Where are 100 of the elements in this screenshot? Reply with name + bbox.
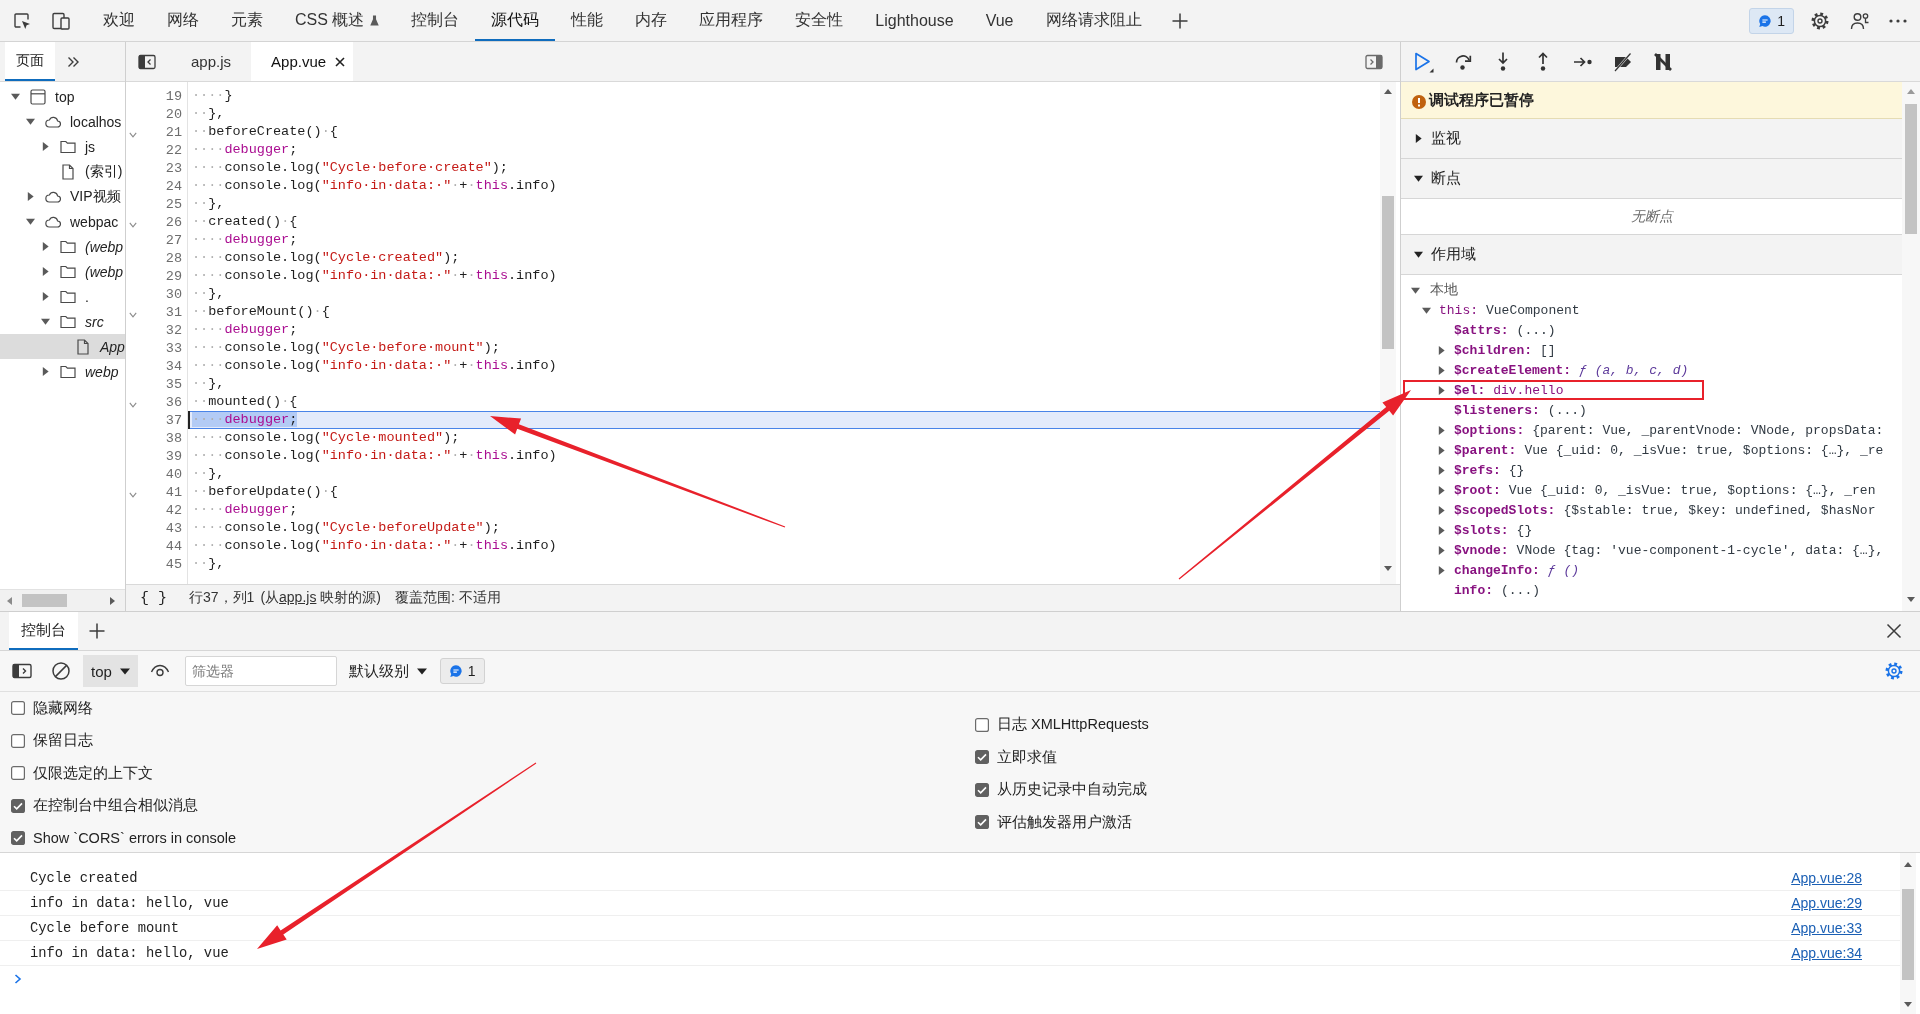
triangle-right-icon[interactable]	[1436, 465, 1446, 475]
triangle-right-icon[interactable]	[40, 367, 50, 376]
triangle-right-icon[interactable]	[1436, 485, 1446, 495]
tree-item[interactable]: src	[0, 309, 125, 334]
drawer-tab[interactable]: 控制台	[9, 612, 78, 650]
source-link[interactable]: App.vue:28	[1791, 870, 1862, 886]
triangle-right-icon[interactable]	[1436, 425, 1446, 435]
section-header[interactable]: 作用域	[1401, 235, 1902, 275]
scrollbar[interactable]	[1380, 82, 1396, 584]
file-tab[interactable]: App.vue	[251, 42, 354, 81]
scrollbar[interactable]	[0, 589, 125, 611]
triangle-right-icon[interactable]	[25, 192, 35, 201]
scrollbar[interactable]	[1902, 82, 1920, 611]
triangle-down-icon[interactable]	[25, 117, 35, 126]
scrollbar-thumb[interactable]	[1905, 104, 1917, 234]
tree-item[interactable]: .	[0, 284, 125, 309]
source-link[interactable]: App.vue:29	[1791, 895, 1862, 911]
panel-tab[interactable]: 欢迎	[87, 0, 151, 41]
panel-tab[interactable]: 性能	[555, 0, 620, 41]
triangle-right-icon[interactable]	[1436, 445, 1446, 455]
checkbox[interactable]	[11, 733, 25, 748]
triangle-right-icon[interactable]	[1414, 134, 1423, 143]
tree-item[interactable]: top	[0, 84, 125, 109]
slashed-tag-icon[interactable]	[1612, 50, 1634, 73]
panel-tab[interactable]: 控制台	[395, 0, 476, 41]
pretty-print-button[interactable]: { }	[138, 589, 169, 607]
triangle-right-icon[interactable]	[40, 267, 50, 276]
close-icon[interactable]	[1886, 623, 1902, 639]
close-icon[interactable]	[335, 56, 346, 67]
triangle-right-icon[interactable]	[1436, 385, 1446, 395]
scrollbar-thumb[interactable]	[22, 594, 67, 607]
source-link[interactable]: app.js	[279, 589, 317, 605]
source-link[interactable]: App.vue:34	[1791, 945, 1862, 961]
triangle-right-icon[interactable]	[1436, 565, 1446, 575]
tree-item[interactable]: webp	[0, 359, 125, 384]
panel-tab[interactable]: Vue	[969, 0, 1030, 41]
checkbox[interactable]	[11, 701, 25, 716]
double-chevron-icon[interactable]	[67, 55, 79, 68]
chevron-down-icon[interactable]	[129, 312, 137, 318]
slashed-pause-icon[interactable]	[1652, 50, 1674, 73]
plus-icon[interactable]	[1171, 12, 1188, 29]
source-link[interactable]: App.vue:33	[1791, 920, 1862, 936]
triangle-down-icon[interactable]	[1414, 250, 1423, 259]
scrollbar[interactable]	[1900, 853, 1916, 1014]
triangle-down-icon[interactable]	[1904, 1000, 1912, 1008]
sidebar-icon[interactable]	[138, 52, 156, 71]
triangle-right-icon[interactable]	[40, 242, 50, 251]
tree-item[interactable]: (索引)	[0, 159, 125, 184]
navigator-tab[interactable]: 页面	[5, 42, 55, 81]
issues-badge[interactable]: 1	[1749, 7, 1794, 34]
sidebar-icon[interactable]	[12, 661, 32, 681]
panel-tab[interactable]: 网络请求阻止	[1029, 0, 1158, 41]
scrollbar-thumb[interactable]	[1382, 196, 1394, 349]
triangle-down-icon[interactable]	[25, 217, 35, 226]
triangle-down-icon[interactable]	[1414, 174, 1423, 183]
gear-icon[interactable]	[1810, 10, 1830, 31]
panel-tab[interactable]: 应用程序	[683, 0, 780, 41]
panel-tab[interactable]: 元素	[215, 0, 279, 41]
section-header[interactable]: 断点	[1401, 159, 1902, 199]
plus-icon[interactable]	[89, 623, 105, 639]
triangle-down-icon[interactable]	[1411, 285, 1420, 295]
triangle-down-icon[interactable]	[40, 317, 50, 326]
tree-item[interactable]: localhos	[0, 109, 125, 134]
panel-tab[interactable]: 网络	[151, 0, 215, 41]
triangle-down-icon[interactable]	[1421, 305, 1431, 315]
chevron-down-icon[interactable]	[129, 222, 137, 228]
triangle-left-icon[interactable]	[6, 596, 14, 605]
inspect-icon[interactable]	[12, 10, 32, 31]
scope-item[interactable]: 本地	[1401, 280, 1902, 300]
checkbox[interactable]	[11, 831, 25, 846]
tree-item[interactable]: js	[0, 134, 125, 159]
chevron-down-icon[interactable]	[129, 132, 137, 138]
gear-icon[interactable]	[1884, 661, 1904, 681]
triangle-right-icon[interactable]	[1436, 365, 1446, 375]
play-icon[interactable]	[1412, 50, 1434, 73]
triangle-down-icon[interactable]	[1384, 564, 1392, 572]
log-level-dropdown[interactable]: 默认级别	[348, 661, 427, 681]
issues-badge[interactable]: 1	[439, 658, 485, 684]
checkbox[interactable]	[11, 798, 25, 813]
triangle-right-icon[interactable]	[40, 292, 50, 301]
triangle-right-icon[interactable]	[40, 142, 50, 151]
checkbox[interactable]	[975, 782, 989, 797]
scrollbar-thumb[interactable]	[1902, 889, 1914, 980]
tree-item[interactable]: App	[0, 334, 125, 359]
chevron-down-icon[interactable]	[129, 402, 137, 408]
panel-tab[interactable]: 安全性	[779, 0, 860, 41]
circle-slash-icon[interactable]	[51, 661, 71, 681]
checkbox[interactable]	[11, 766, 25, 781]
sidebar-icon[interactable]	[1365, 52, 1383, 71]
triangle-right-icon[interactable]	[108, 596, 116, 605]
triangle-down-icon[interactable]	[1907, 595, 1915, 603]
tree-item[interactable]: (webp	[0, 234, 125, 259]
file-tab[interactable]: app.js	[171, 42, 252, 81]
person-icon[interactable]	[1850, 10, 1870, 31]
filter-field[interactable]: 筛选器	[184, 656, 337, 686]
tree-item[interactable]: (webp	[0, 259, 125, 284]
device-icon[interactable]	[51, 10, 71, 31]
triangle-up-icon[interactable]	[1904, 861, 1912, 869]
triangle-right-icon[interactable]	[1436, 505, 1446, 515]
chevron-down-icon[interactable]	[129, 492, 137, 498]
